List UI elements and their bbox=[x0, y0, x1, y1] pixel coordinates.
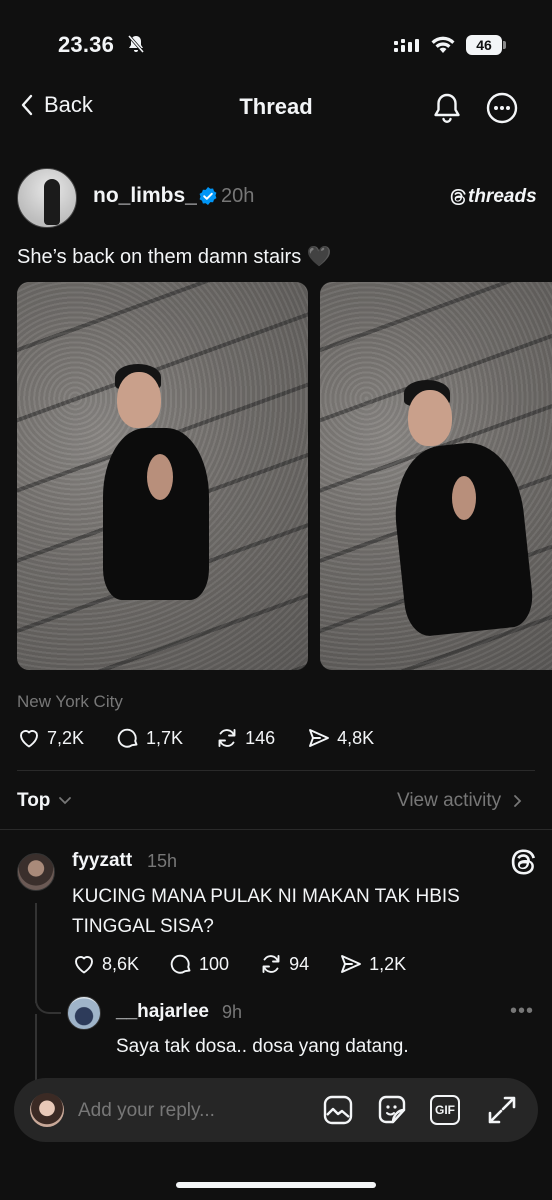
comment-button[interactable]: 1,7K bbox=[116, 726, 183, 750]
post-location[interactable]: New York City bbox=[17, 692, 123, 712]
comment-count: 1,7K bbox=[146, 727, 184, 748]
sub-reply-username[interactable]: __hajarlee bbox=[116, 1001, 209, 1023]
sticker-icon[interactable] bbox=[376, 1094, 408, 1126]
repost-icon bbox=[218, 729, 236, 747]
verified-icon bbox=[199, 187, 217, 205]
thread-connector bbox=[35, 990, 61, 1014]
author-username[interactable]: no_limbs_ bbox=[93, 184, 197, 208]
threads-brand-label: threads bbox=[468, 186, 537, 207]
page-title: Thread bbox=[239, 94, 313, 119]
battery-tip bbox=[503, 41, 506, 49]
home-indicator bbox=[176, 1182, 376, 1188]
threads-icon[interactable] bbox=[509, 848, 537, 876]
chevron-right-icon bbox=[514, 795, 522, 807]
gif-button[interactable]: GIF bbox=[430, 1094, 462, 1126]
share-icon bbox=[341, 955, 362, 973]
repost-icon bbox=[262, 955, 280, 973]
status-time: 23.36 bbox=[58, 32, 115, 57]
view-activity-label: View activity bbox=[397, 790, 502, 811]
thread-line bbox=[35, 1014, 37, 1080]
post-text: She’s back on them damn stairs 🖤 bbox=[17, 246, 332, 268]
comment-icon bbox=[170, 954, 191, 974]
reply-username[interactable]: fyyzatt bbox=[72, 850, 132, 872]
reply-like-button[interactable]: 8,6K bbox=[72, 952, 139, 976]
reply-time: 15h bbox=[147, 851, 178, 871]
top-nav: Back Thread bbox=[0, 84, 552, 134]
reply-text: KUCING MANA PULAK NI MAKAN TAK HBIS TING… bbox=[72, 886, 460, 937]
expand-icon[interactable] bbox=[486, 1094, 518, 1126]
reply-like-count: 8,6K bbox=[102, 953, 140, 974]
threads-icon bbox=[450, 189, 466, 205]
reply-actions: 8,6K 100 94 1,2K bbox=[72, 952, 436, 976]
sub-reply-more-button[interactable]: ••• bbox=[510, 1000, 534, 1023]
sort-label: Top bbox=[17, 790, 51, 811]
mute-icon bbox=[127, 35, 145, 53]
reply-composer: GIF bbox=[14, 1078, 538, 1142]
author-avatar[interactable] bbox=[17, 168, 77, 228]
gif-label: GIF bbox=[430, 1095, 460, 1125]
like-button[interactable]: 7,2K bbox=[17, 726, 84, 750]
share-count: 4,8K bbox=[337, 727, 375, 748]
post-photo-2[interactable] bbox=[320, 282, 552, 670]
divider bbox=[0, 829, 552, 830]
sub-reply-time: 9h bbox=[222, 1002, 243, 1022]
post-actions: 7,2K 1,7K 146 4,8K bbox=[17, 726, 406, 750]
reply-share-count: 1,2K bbox=[369, 953, 407, 974]
sub-reply-avatar[interactable] bbox=[67, 996, 101, 1030]
bell-icon[interactable] bbox=[432, 92, 462, 124]
thread-line bbox=[35, 903, 37, 1003]
reply-comment-count: 100 bbox=[199, 953, 230, 974]
reply-repost-button[interactable]: 94 bbox=[259, 952, 309, 976]
like-count: 7,2K bbox=[47, 727, 85, 748]
reply-input[interactable] bbox=[78, 1098, 298, 1124]
share-button[interactable]: 4,8K bbox=[307, 726, 374, 750]
divider bbox=[17, 770, 535, 771]
wifi-icon bbox=[431, 36, 455, 53]
sort-dropdown[interactable]: Top bbox=[17, 790, 72, 812]
heart-icon bbox=[20, 730, 38, 748]
post-time: 20h bbox=[221, 185, 255, 207]
view-activity-link[interactable]: View activity bbox=[397, 790, 523, 812]
reply-avatar[interactable] bbox=[17, 853, 55, 891]
image-icon[interactable] bbox=[322, 1094, 354, 1126]
reply-comment-button[interactable]: 100 bbox=[169, 952, 229, 976]
composer-avatar bbox=[30, 1093, 64, 1127]
signal-icon bbox=[394, 39, 419, 52]
reply-repost-count: 94 bbox=[289, 953, 310, 974]
sub-reply-text: Saya tak dosa.. dosa yang datang. bbox=[116, 1036, 409, 1057]
repost-count: 146 bbox=[245, 727, 276, 748]
reply-share-button[interactable]: 1,2K bbox=[339, 952, 406, 976]
status-bar: 23.36 46 bbox=[0, 0, 552, 90]
more-icon[interactable] bbox=[486, 92, 518, 124]
share-icon bbox=[309, 729, 330, 747]
comment-icon bbox=[117, 728, 138, 748]
heart-icon bbox=[75, 956, 93, 974]
chevron-down-icon bbox=[59, 797, 72, 805]
post-photo-1[interactable] bbox=[17, 282, 308, 670]
threads-brand[interactable]: threads bbox=[450, 186, 537, 208]
battery-indicator: 46 bbox=[466, 35, 502, 55]
repost-button[interactable]: 146 bbox=[215, 726, 275, 750]
